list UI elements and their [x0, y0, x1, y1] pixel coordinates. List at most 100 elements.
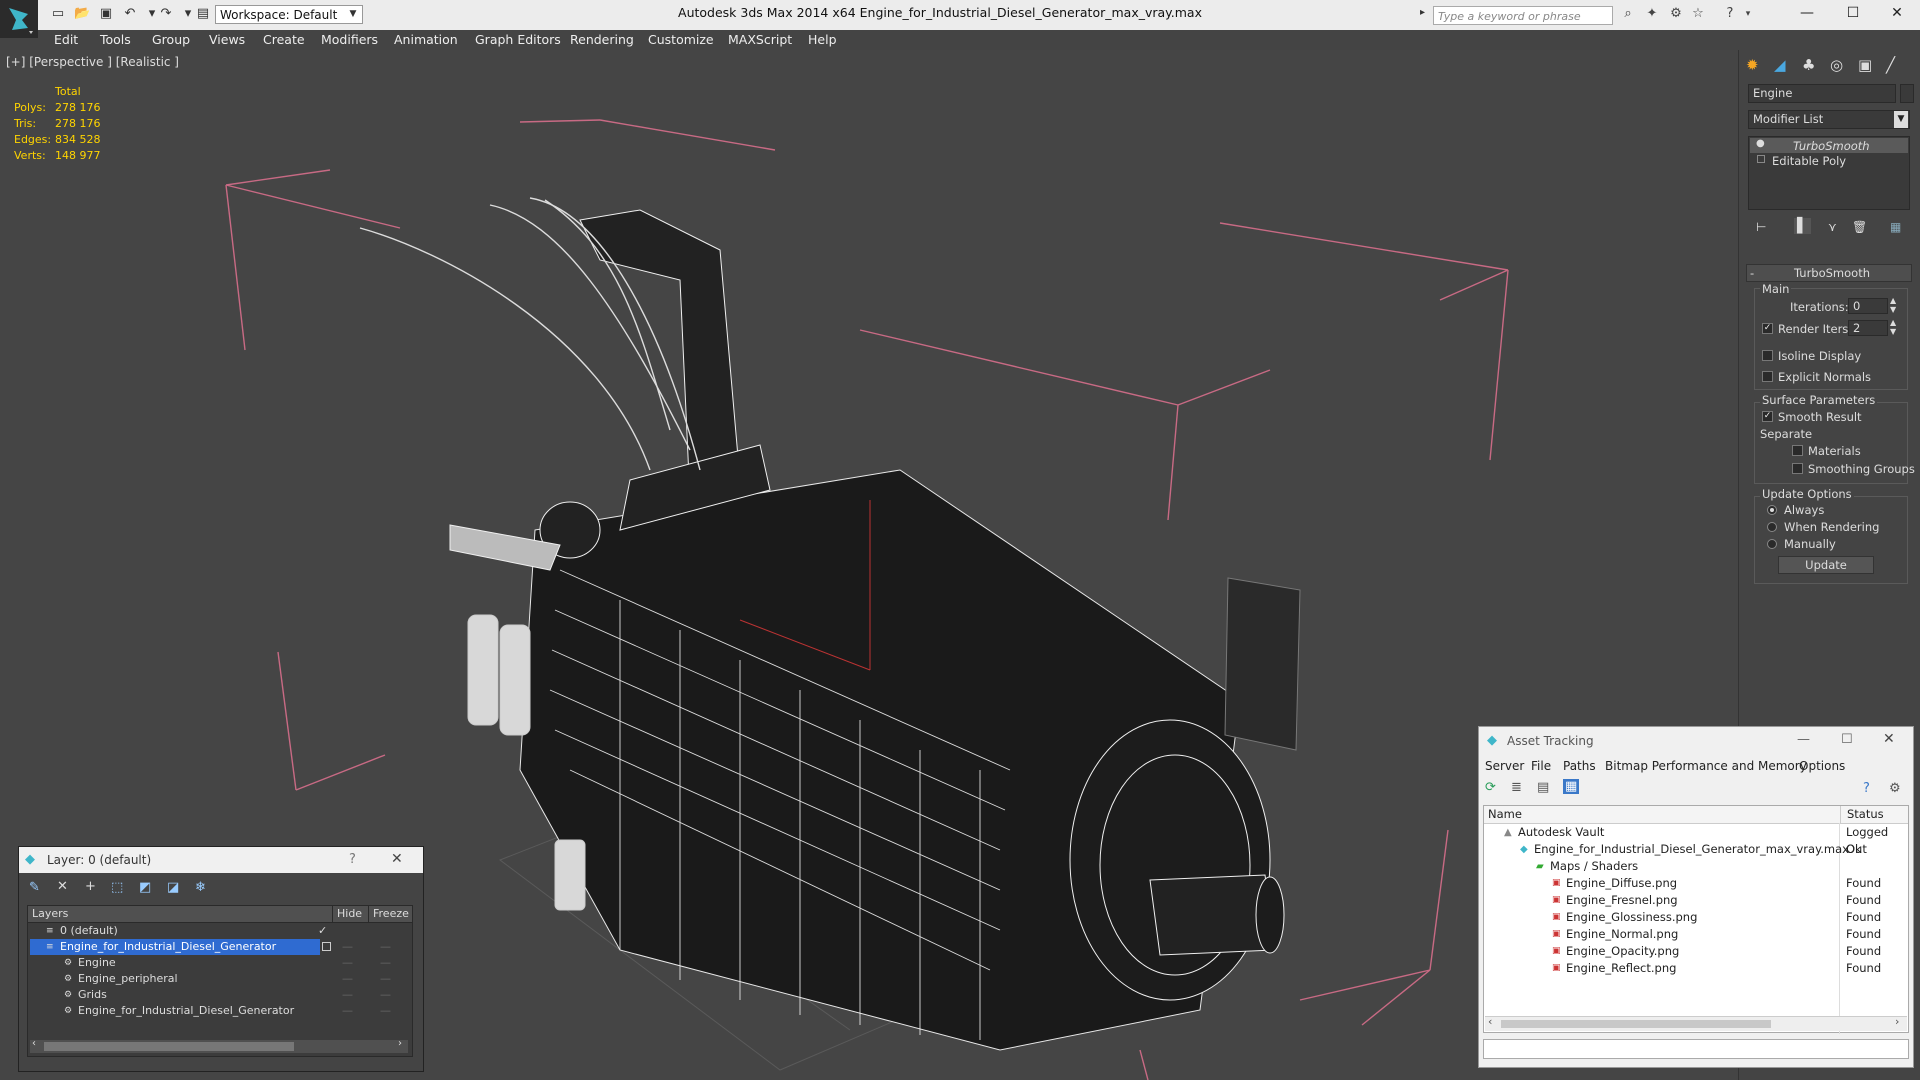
hide-toggle[interactable]: —	[342, 939, 353, 955]
motion-tab-icon[interactable]: ◎	[1830, 56, 1843, 74]
hide-toggle[interactable]: —	[342, 987, 353, 1003]
table-row[interactable]: ▣ Engine_Opacity.png Found	[1484, 943, 1908, 960]
menu-help[interactable]: Help	[808, 30, 837, 50]
menu-options[interactable]: Options	[1799, 759, 1845, 773]
minimize-button[interactable]: —	[1797, 732, 1810, 747]
scroll-left-icon[interactable]: ‹	[1488, 1015, 1492, 1028]
chevron-down-icon[interactable]: ▼	[1894, 111, 1908, 128]
freeze-toggle[interactable]: —	[380, 939, 391, 955]
settings-icon[interactable]: ⚙	[1889, 781, 1901, 796]
menu-views[interactable]: Views	[209, 30, 245, 50]
column-header[interactable]: Name	[1488, 806, 1522, 823]
utilities-tab-icon[interactable]: ╱	[1886, 56, 1895, 74]
smooth-result-checkbox[interactable]: ✓	[1762, 411, 1773, 422]
communication-center-icon[interactable]: ✦	[1644, 6, 1660, 22]
help-icon[interactable]: ?	[1863, 781, 1870, 796]
menu-file[interactable]: File	[1531, 759, 1551, 773]
configure-sets-icon[interactable]: ▦	[1890, 220, 1901, 234]
freeze-toggle[interactable]: —	[380, 955, 391, 971]
table-row[interactable]: ≡ Engine_for_Industrial_Diesel_Generator…	[28, 939, 412, 955]
table-row[interactable]: ▣ Engine_Fresnel.png Found	[1484, 892, 1908, 909]
asset-path-field[interactable]	[1483, 1039, 1909, 1059]
pin-stack-icon[interactable]: ⊢	[1756, 220, 1766, 234]
show-end-result-icon[interactable]: ▌	[1794, 218, 1811, 234]
table-row[interactable]: ⚙ Engine — —	[28, 955, 412, 971]
object-color-swatch[interactable]	[1900, 84, 1914, 103]
open-file-icon[interactable]: 📂	[74, 6, 90, 22]
current-layer-box-icon[interactable]	[322, 942, 331, 951]
hide-toggle[interactable]: —	[342, 1003, 353, 1019]
table-row[interactable]: ▣ Engine_Normal.png Found	[1484, 926, 1908, 943]
stack-item-editable-poly[interactable]: Editable Poly	[1772, 154, 1846, 168]
menu-modifiers[interactable]: Modifiers	[321, 30, 378, 50]
make-unique-icon[interactable]: ⋎	[1828, 220, 1837, 234]
explicit-normals-checkbox[interactable]	[1762, 371, 1773, 382]
when-rendering-radio[interactable]	[1767, 522, 1777, 532]
menu-maxscript[interactable]: MAXScript	[728, 30, 792, 50]
scrollbar-thumb[interactable]	[1501, 1020, 1771, 1028]
list-view-icon[interactable]: ≣	[1511, 780, 1522, 795]
menu-bitmap-performance[interactable]: Bitmap Performance and Memory	[1605, 759, 1807, 773]
table-row[interactable]: ◆ Engine_for_Industrial_Diesel_Generator…	[1484, 841, 1908, 858]
viewport-label[interactable]: [+] [Perspective ] [Realistic ]	[6, 55, 179, 69]
scroll-right-icon[interactable]: ›	[398, 1038, 402, 1049]
column-header[interactable]: Hide	[332, 906, 362, 922]
hierarchy-tab-icon[interactable]: ♣	[1802, 56, 1815, 74]
help-icon[interactable]: ?	[1722, 6, 1738, 22]
menu-rendering[interactable]: Rendering	[570, 30, 634, 50]
menu-paths[interactable]: Paths	[1563, 759, 1596, 773]
workspace-dropdown[interactable]: Workspace: Default	[215, 5, 363, 24]
project-folder-icon[interactable]: ▤	[195, 6, 211, 22]
menu-create[interactable]: Create	[263, 30, 305, 50]
refresh-icon[interactable]: ⟳	[1485, 780, 1496, 795]
chevron-down-icon[interactable]: ▼	[345, 5, 361, 24]
add-to-layer-icon[interactable]: +	[85, 879, 96, 894]
table-row[interactable]: ▣ Engine_Diffuse.png Found	[1484, 875, 1908, 892]
modify-tab-icon[interactable]: ◢	[1774, 56, 1786, 74]
hide-toggle[interactable]: —	[342, 955, 353, 971]
iterations-spinner[interactable]: 0	[1848, 298, 1888, 314]
help-dropdown-icon[interactable]: ▾	[1740, 6, 1756, 22]
help-button[interactable]: ?	[349, 852, 356, 867]
table-row[interactable]: ⚙ Engine_for_Industrial_Diesel_Generator…	[28, 1003, 412, 1019]
column-header[interactable]: Status	[1840, 806, 1884, 823]
menu-customize[interactable]: Customize	[648, 30, 714, 50]
table-row[interactable]: ⚙ Grids — —	[28, 987, 412, 1003]
favorites-star-icon[interactable]: ☆	[1690, 6, 1706, 22]
manually-radio[interactable]	[1767, 539, 1777, 549]
always-radio[interactable]	[1767, 505, 1777, 515]
save-icon[interactable]: ▣	[98, 6, 114, 22]
menu-animation[interactable]: Animation	[394, 30, 458, 50]
freeze-toggle[interactable]: —	[380, 971, 391, 987]
horizontal-scrollbar[interactable]: ‹ ›	[1485, 1015, 1907, 1031]
menu-edit[interactable]: Edit	[54, 30, 78, 50]
spinner-arrows-icon[interactable]: ▲ ▼	[1890, 318, 1896, 336]
freeze-all-icon[interactable]: ❄	[195, 880, 206, 895]
freeze-toggle[interactable]: —	[380, 987, 391, 1003]
menu-tools[interactable]: Tools	[100, 30, 131, 50]
menu-graph-editors[interactable]: Graph Editors	[475, 30, 561, 50]
freeze-toggle[interactable]: —	[380, 1003, 391, 1019]
scroll-right-icon[interactable]: ›	[1895, 1015, 1899, 1028]
table-row[interactable]: ▲ Autodesk Vault Logged Out	[1484, 824, 1908, 856]
select-objects-icon[interactable]: ⬚	[111, 880, 123, 895]
scroll-left-icon[interactable]: ‹	[32, 1038, 36, 1049]
hide-toggle[interactable]: —	[342, 971, 353, 987]
collapse-icon[interactable]: -	[1750, 266, 1754, 280]
search-input[interactable]: Type a keyword or phrase	[1433, 6, 1613, 25]
close-button[interactable]: ✕	[391, 851, 403, 867]
close-button[interactable]: ✕	[1883, 731, 1895, 747]
column-header[interactable]: Layers	[32, 906, 68, 922]
render-iters-spinner[interactable]: 2	[1848, 320, 1888, 336]
menu-server[interactable]: Server	[1485, 759, 1524, 773]
table-row[interactable]: ▣ Engine_Glossiness.png Found	[1484, 909, 1908, 926]
highlight-layer-icon[interactable]: ◩	[139, 880, 151, 895]
table-row[interactable]: ▰ Maps / Shaders	[1484, 858, 1908, 875]
maximize-button[interactable]: ☐	[1841, 732, 1853, 747]
materials-checkbox[interactable]	[1792, 445, 1803, 456]
delete-layer-icon[interactable]: ✕	[57, 879, 68, 894]
remove-modifier-icon[interactable]: 🗑	[1852, 220, 1867, 234]
undo-icon[interactable]: ↶	[122, 6, 138, 22]
table-row[interactable]: ▣ Engine_Reflect.png Found	[1484, 960, 1908, 977]
modifier-list-dropdown[interactable]: Modifier List	[1748, 110, 1910, 129]
